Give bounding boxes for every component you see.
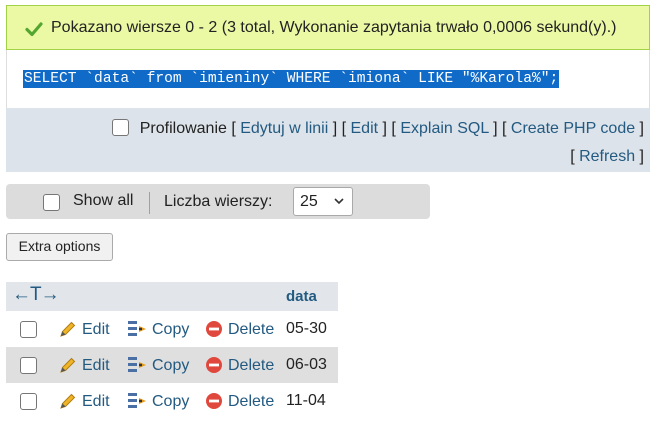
copy-row-button[interactable]: Copy bbox=[127, 392, 189, 411]
chevron-down-icon bbox=[334, 198, 344, 205]
divider bbox=[149, 192, 150, 214]
copy-label: Copy bbox=[152, 321, 190, 338]
delete-icon bbox=[206, 393, 222, 409]
edit-inline-link[interactable]: Edytuj w linii bbox=[240, 120, 328, 137]
delete-label: Delete bbox=[228, 321, 275, 338]
edit-label: Edit bbox=[82, 321, 110, 338]
delete-icon bbox=[206, 321, 222, 337]
edit-row-button[interactable]: Edit bbox=[59, 392, 110, 411]
edit-link[interactable]: Edit bbox=[351, 120, 379, 137]
delete-row-button[interactable]: Delete bbox=[205, 392, 274, 411]
results-table: ←T→ data Edit Copy Delete 05-30 Edit Cop… bbox=[6, 282, 338, 419]
column-resize-arrows-icon[interactable]: ←T→ bbox=[12, 284, 60, 306]
data-cell: 11-04 bbox=[286, 392, 326, 409]
success-message: Pokazano wiersze 0 - 2 (3 total, Wykonan… bbox=[6, 5, 650, 50]
explain-sql-link[interactable]: Explain SQL bbox=[400, 120, 488, 137]
rows-per-page-label: Liczba wierszy: bbox=[164, 193, 273, 210]
copy-row-button[interactable]: Copy bbox=[127, 356, 189, 375]
query-tools-row-2: [ Refresh ] bbox=[570, 148, 644, 165]
table-row: Edit Copy Delete 11-04 bbox=[6, 383, 338, 419]
profiling-checkbox[interactable] bbox=[111, 119, 129, 136]
refresh-link[interactable]: Refresh bbox=[579, 148, 635, 165]
navigation-bar: Show all Liczba wierszy: 25 bbox=[6, 184, 430, 219]
data-cell: 05-30 bbox=[286, 320, 327, 337]
delete-icon bbox=[206, 357, 222, 373]
pencil-icon bbox=[60, 321, 76, 337]
delete-row-button[interactable]: Delete bbox=[205, 356, 274, 375]
create-php-code-link[interactable]: Create PHP code bbox=[511, 120, 635, 137]
copy-label: Copy bbox=[152, 393, 190, 410]
table-header: ←T→ data bbox=[6, 282, 338, 311]
copy-label: Copy bbox=[152, 357, 190, 374]
pencil-icon bbox=[60, 357, 76, 373]
sql-query-box: SELECT `data` from `imieniny` WHERE `imi… bbox=[6, 50, 650, 108]
edit-row-button[interactable]: Edit bbox=[59, 320, 110, 339]
copy-icon bbox=[128, 321, 146, 336]
sort-arrows-header: ←T→ bbox=[6, 282, 280, 311]
data-cell: 06-03 bbox=[286, 356, 327, 373]
table-row: Edit Copy Delete 06-03 bbox=[6, 347, 338, 383]
show-all-label: Show all bbox=[73, 192, 134, 209]
copy-icon bbox=[128, 357, 146, 372]
check-icon bbox=[25, 22, 43, 37]
rows-per-page-value: 25 bbox=[300, 193, 318, 210]
copy-icon bbox=[128, 393, 146, 408]
pencil-icon bbox=[60, 393, 76, 409]
row-checkbox[interactable] bbox=[20, 357, 37, 374]
row-checkbox[interactable] bbox=[20, 321, 37, 338]
data-column-header[interactable]: data bbox=[280, 282, 338, 311]
show-all-checkbox[interactable] bbox=[43, 194, 60, 211]
data-column-label[interactable]: data bbox=[286, 288, 317, 305]
table-row: Edit Copy Delete 05-30 bbox=[6, 311, 338, 347]
row-checkbox[interactable] bbox=[20, 393, 37, 410]
extra-options-button[interactable]: Extra options bbox=[6, 233, 113, 261]
edit-label: Edit bbox=[82, 393, 110, 410]
query-tools-row: Profilowanie [ Edytuj w linii ] [ Edit ]… bbox=[111, 119, 644, 138]
profiling-label: Profilowanie bbox=[139, 120, 227, 137]
success-message-text: Pokazano wiersze 0 - 2 (3 total, Wykonan… bbox=[51, 19, 617, 36]
delete-label: Delete bbox=[228, 393, 275, 410]
rows-per-page-select[interactable]: 25 bbox=[293, 187, 353, 216]
edit-label: Edit bbox=[82, 357, 110, 374]
sql-query-text[interactable]: SELECT `data` from `imieniny` WHERE `imi… bbox=[23, 70, 560, 88]
delete-label: Delete bbox=[228, 357, 275, 374]
delete-row-button[interactable]: Delete bbox=[205, 320, 274, 339]
copy-row-button[interactable]: Copy bbox=[127, 320, 189, 339]
query-tools-bar: Profilowanie [ Edytuj w linii ] [ Edit ]… bbox=[6, 108, 650, 172]
edit-row-button[interactable]: Edit bbox=[59, 356, 110, 375]
